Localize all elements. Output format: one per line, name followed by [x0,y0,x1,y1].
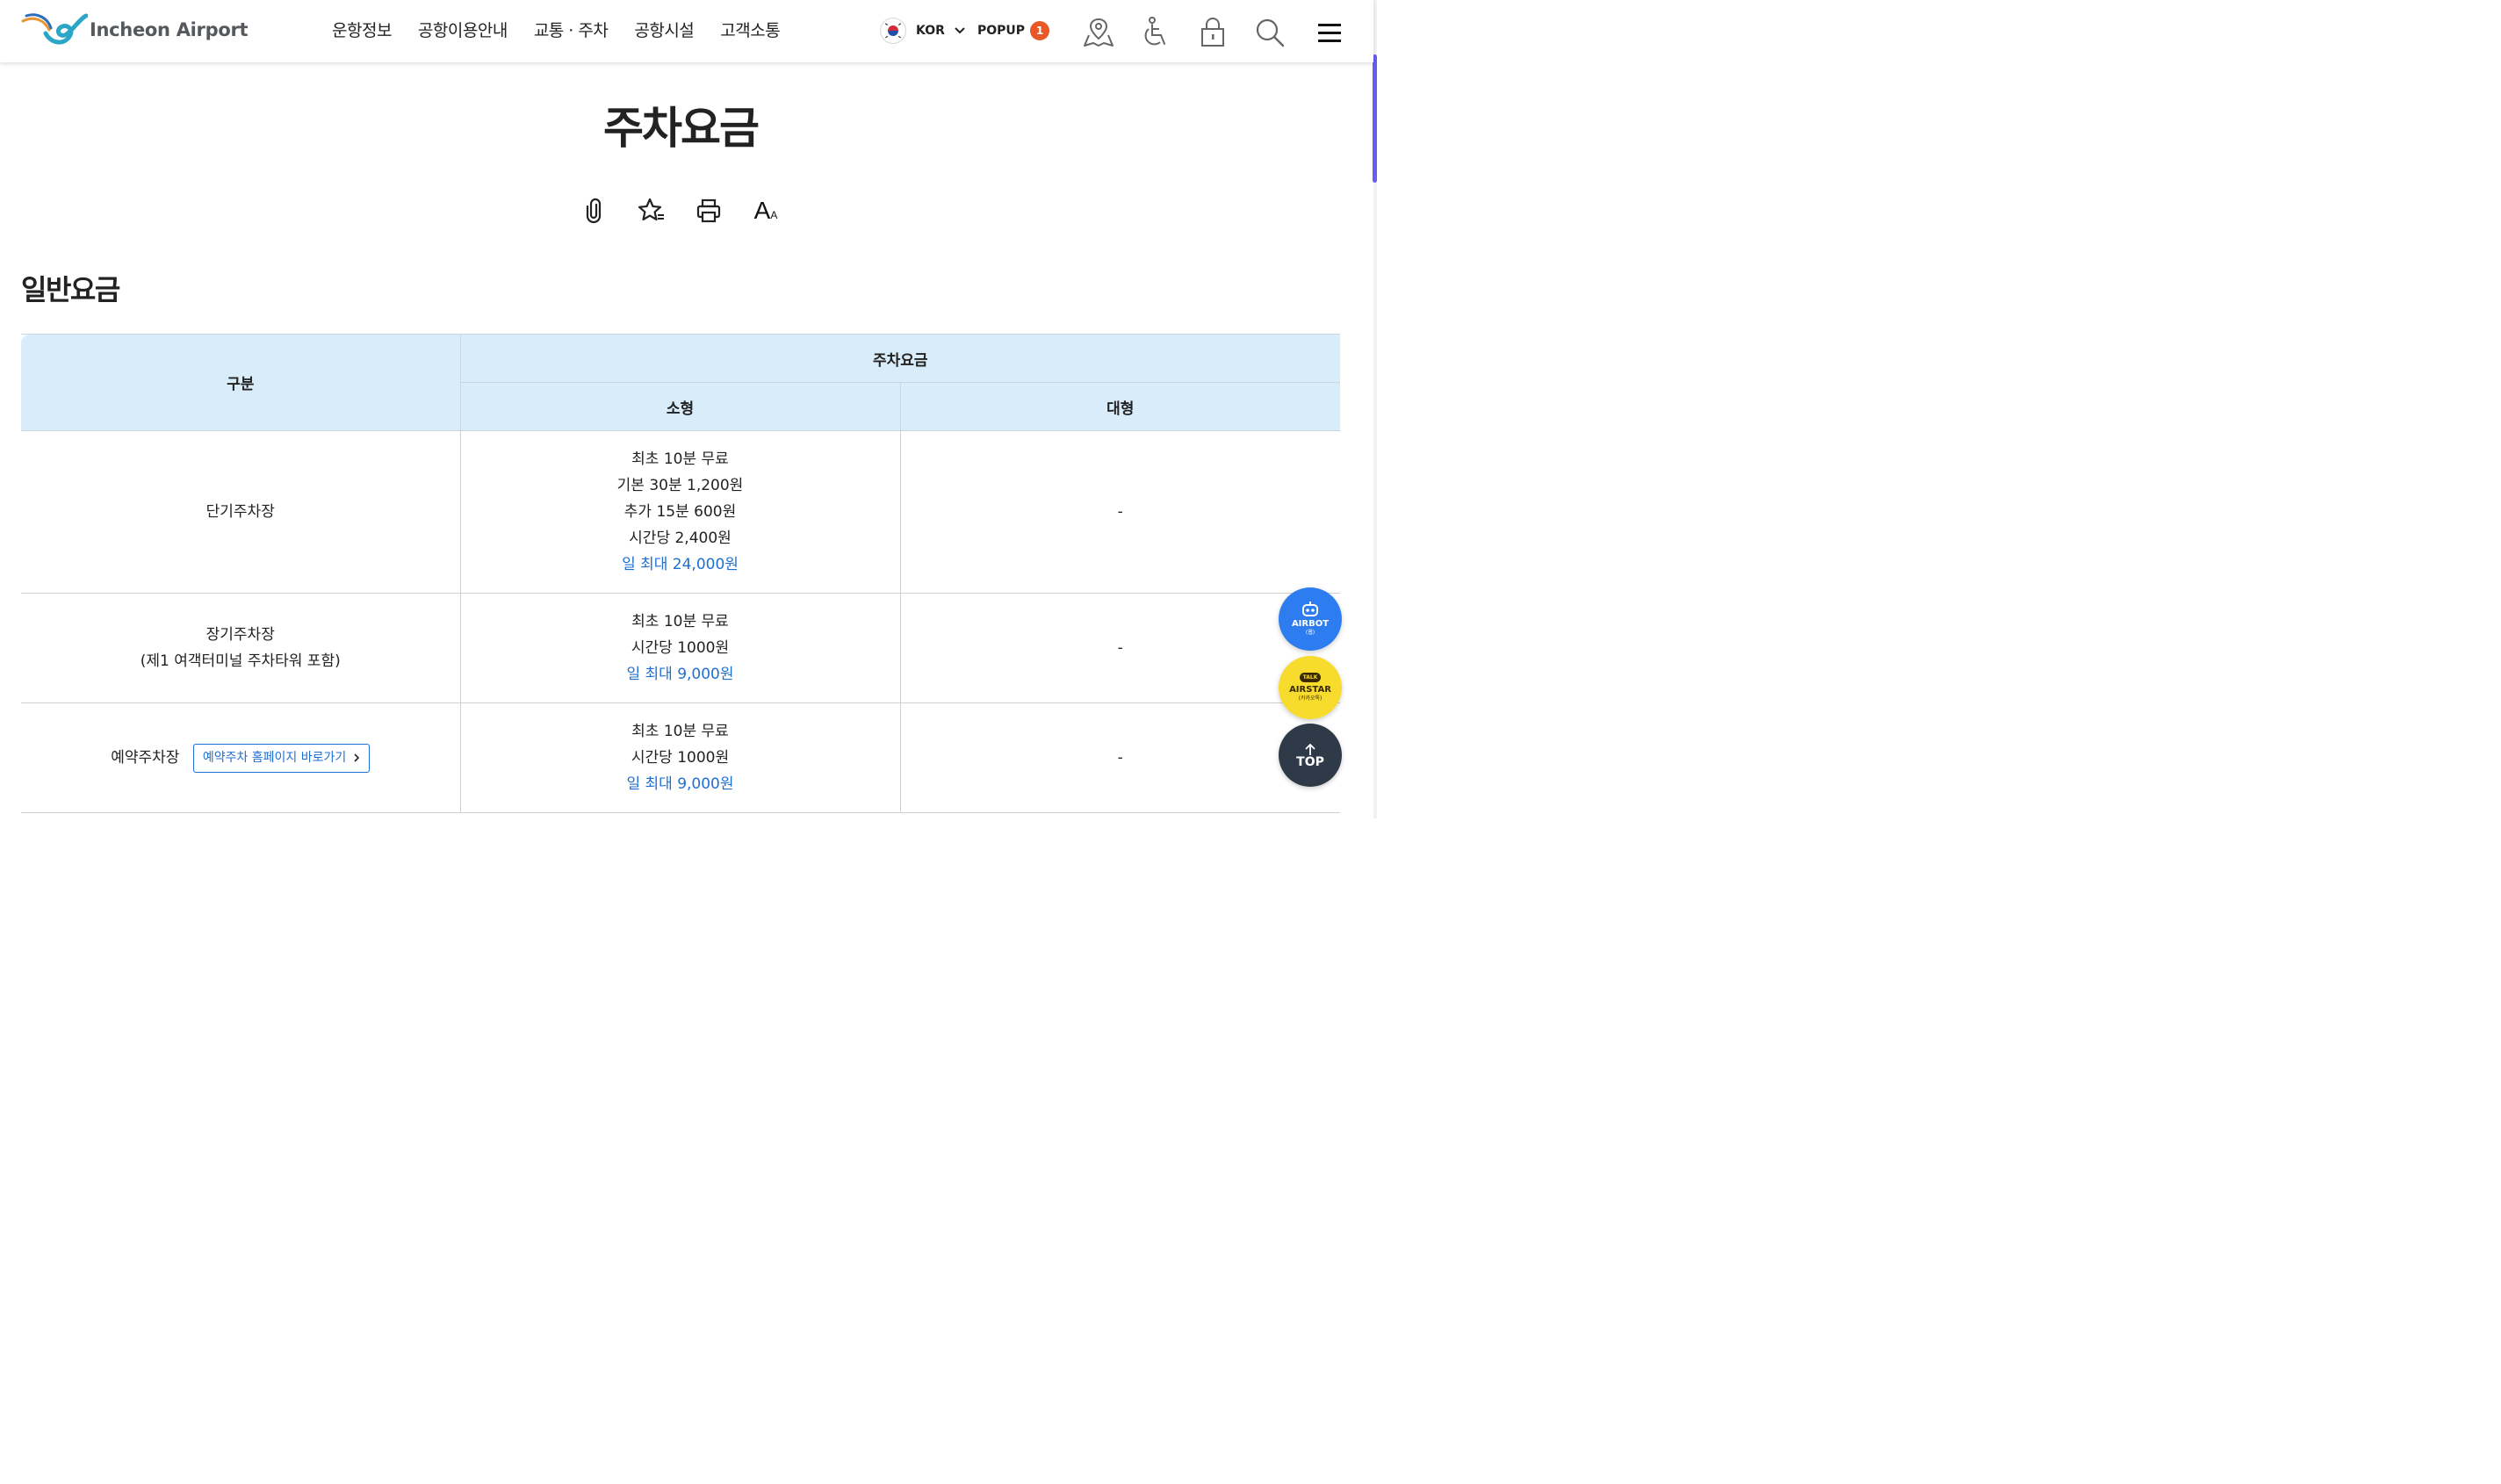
lot-name-note: (제1 여객터미널 주차타워 포함) [140,652,341,670]
reservation-parking-link[interactable]: 예약주차 홈페이지 바로가기 [192,743,371,773]
section-title: 일반요금 [21,273,120,306]
logo-text: Incheon Airport [90,19,249,40]
fee-line: 시간당 1000원 [631,639,730,657]
header-small-car: 소형 [460,382,901,431]
language-selector[interactable]: KOR [881,18,966,43]
chevron-right-icon [354,753,360,762]
page-title: 주차요금 [603,103,760,154]
map-pin-icon[interactable] [1082,16,1115,49]
airstar-kakao-button[interactable]: TALK AIRSTAR (카카오톡) [1279,656,1342,719]
talk-bubble-icon: TALK [1299,673,1322,682]
chevron-down-icon [955,27,965,34]
search-icon[interactable] [1253,16,1287,49]
scrollbar-thumb[interactable] [1373,54,1377,183]
robot-icon [1302,602,1318,616]
row-reserved-name: 예약주차장 예약주차 홈페이지 바로가기 [21,702,461,813]
main-nav: 운항정보 공항이용안내 교통 · 주차 공항시설 고객소통 [332,18,806,41]
airbot-label: AIRBOT [1291,619,1330,629]
row-short-term-large-fee: - [899,430,1340,594]
fee-line: 기본 30분 1,200원 [616,477,744,494]
header-category: 구분 [21,334,461,431]
header-large-car: 대형 [899,382,1340,431]
row-reserved-small-fee: 최초 10분 무료 시간당 1000원 일 최대 9,000원 [459,702,901,813]
lock-icon[interactable] [1196,16,1229,49]
fee-line: 시간당 2,400원 [629,529,732,547]
lot-name: 예약주차장 [111,749,180,767]
page-tools: AA [580,195,808,227]
fee-line: 시간당 1000원 [631,749,730,767]
fee-line: 최초 10분 무료 [631,613,729,630]
popup-button[interactable]: POPUP 1 [977,21,1050,40]
lot-name: 단기주차장 [205,503,275,521]
row-long-term-large-fee: - [899,593,1340,703]
nav-airport-guide[interactable]: 공항이용안내 [418,18,508,41]
fee-daily-max: 일 최대 24,000원 [622,556,739,573]
nav-transport-parking[interactable]: 교통 · 주차 [534,18,609,41]
header-parking-fee: 주차요금 [459,334,1340,383]
row-reserved-large-fee: - [899,702,1340,813]
top-label: TOP [1296,755,1324,769]
menu-icon[interactable] [1313,16,1346,49]
korea-flag-icon [881,18,905,43]
table-row: 예약주차장 예약주차 홈페이지 바로가기 최초 10분 무료 시간당 1000원… [21,702,1340,813]
row-long-term-name: 장기주차장 (제1 여객터미널 주차타워 포함) [21,593,461,703]
airport-logo-mark-icon [21,13,88,45]
table-row: 단기주차장 최초 10분 무료 기본 30분 1,200원 추가 15분 600… [21,430,1340,594]
font-size-icon[interactable]: AA [751,195,781,227]
reservation-link-label: 예약주차 홈페이지 바로가기 [202,751,347,765]
nav-facilities[interactable]: 공항시설 [634,18,694,41]
row-short-term-name: 단기주차장 [21,430,461,594]
scroll-top-button[interactable]: TOP [1279,724,1342,787]
nav-flight-info[interactable]: 운항정보 [332,18,392,41]
nav-customer[interactable]: 고객소통 [720,18,780,41]
parking-fee-table: 구분 주차요금 소형 대형 단기주차장 최초 10분 무료 기본 30분 1,2… [21,334,1340,813]
lot-name: 장기주차장 [205,626,275,644]
language-label: KOR [916,24,945,38]
site-header: Incheon Airport 운항정보 공항이용안내 교통 · 주차 공항시설… [0,0,1373,62]
row-long-term-small-fee: 최초 10분 무료 시간당 1000원 일 최대 9,000원 [459,593,901,703]
fee-line: 최초 10분 무료 [631,723,729,740]
fee-line: 최초 10분 무료 [631,450,729,468]
incheon-airport-logo[interactable]: Incheon Airport [21,12,249,47]
airbot-sublabel: (웹) [1305,630,1315,636]
airstar-label: AIRSTAR [1289,685,1331,695]
accessibility-icon[interactable] [1139,16,1172,49]
popup-count-badge: 1 [1030,21,1050,40]
fee-daily-max: 일 최대 9,000원 [626,775,734,793]
airstar-sublabel: (카카오톡) [1298,695,1323,702]
print-icon[interactable] [694,195,724,227]
attachment-icon[interactable] [580,195,609,227]
popup-label: POPUP [977,24,1026,38]
row-short-term-small-fee: 최초 10분 무료 기본 30분 1,200원 추가 15분 600원 시간당 … [459,430,901,594]
fee-daily-max: 일 최대 9,000원 [626,666,734,683]
fee-line: 추가 15분 600원 [623,503,737,521]
airbot-chat-button[interactable]: AIRBOT (웹) [1279,587,1342,651]
table-row: 장기주차장 (제1 여객터미널 주차타워 포함) 최초 10분 무료 시간당 1… [21,593,1340,703]
star-icon[interactable] [637,195,667,227]
